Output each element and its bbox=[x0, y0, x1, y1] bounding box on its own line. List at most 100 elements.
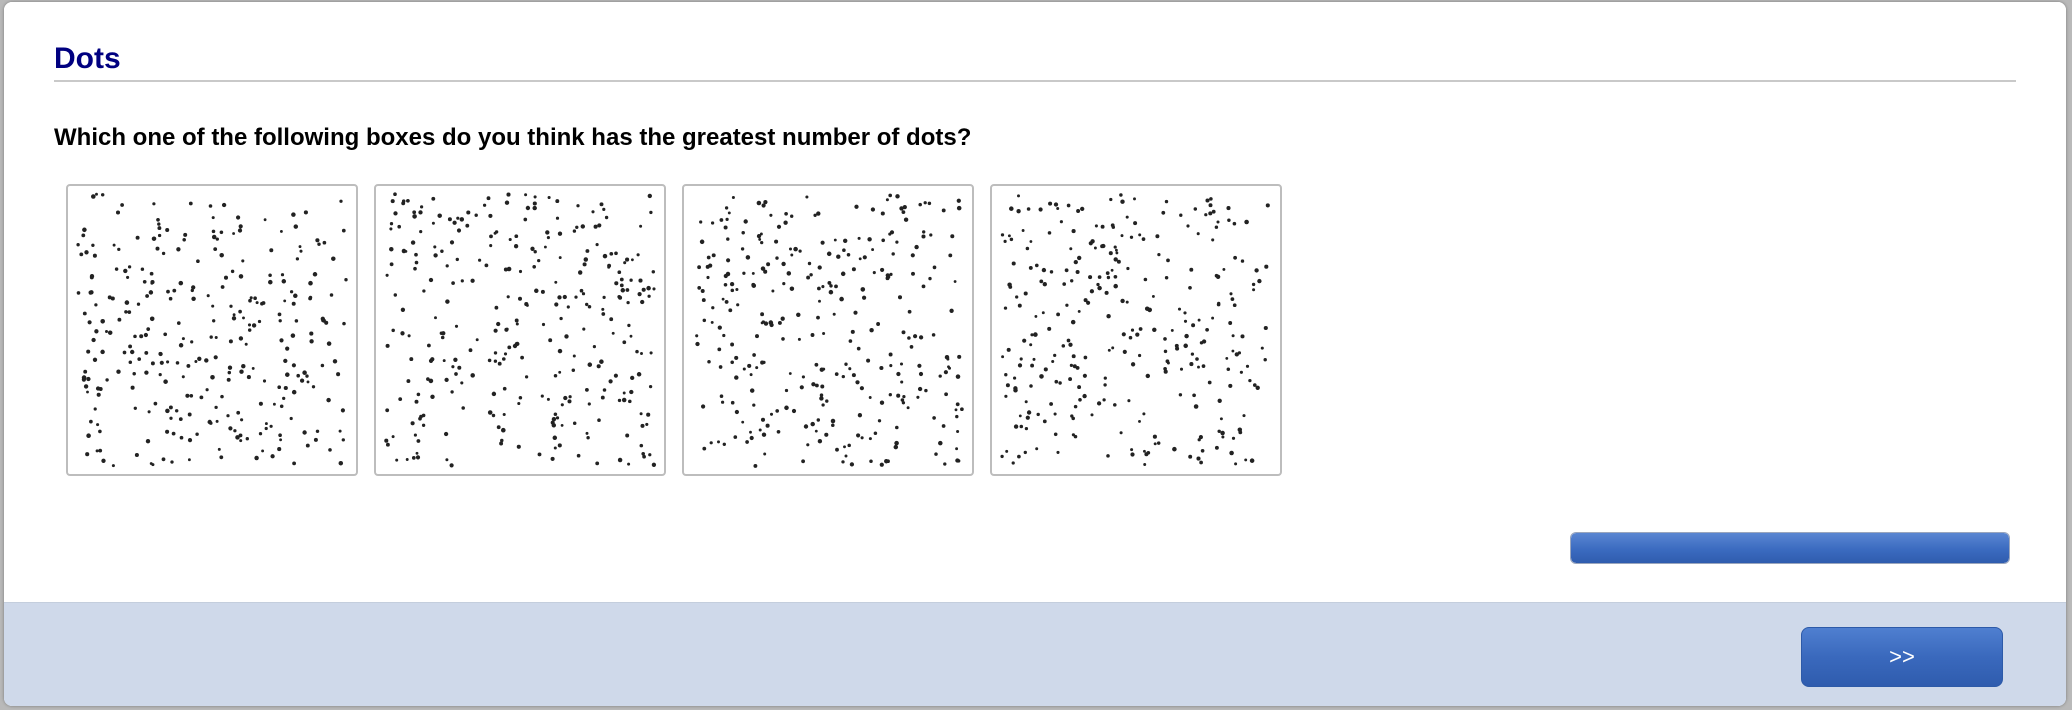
dot bbox=[1039, 279, 1044, 284]
dot bbox=[783, 220, 788, 225]
dot bbox=[786, 271, 792, 276]
dot bbox=[145, 294, 149, 298]
dot bbox=[856, 346, 861, 351]
dot bbox=[923, 201, 927, 205]
dot bbox=[422, 289, 426, 293]
dot bbox=[1240, 334, 1245, 339]
dot bbox=[189, 394, 194, 398]
dot bbox=[518, 395, 523, 400]
dot bbox=[406, 198, 410, 203]
dot bbox=[752, 403, 756, 407]
dot bbox=[1056, 312, 1061, 317]
next-button[interactable]: >> bbox=[1801, 627, 2003, 687]
dot bbox=[551, 423, 557, 428]
dot bbox=[191, 285, 196, 290]
dot bbox=[777, 320, 782, 325]
dot-box-4[interactable] bbox=[990, 184, 1282, 476]
dot bbox=[717, 347, 722, 352]
dot bbox=[186, 363, 191, 368]
dot bbox=[814, 362, 819, 367]
dot bbox=[826, 251, 832, 257]
dot bbox=[116, 369, 121, 374]
dot bbox=[699, 220, 703, 224]
dot bbox=[1184, 333, 1189, 339]
dot bbox=[393, 192, 397, 197]
dot bbox=[171, 431, 176, 436]
dot bbox=[496, 425, 501, 430]
dot bbox=[895, 240, 899, 244]
dot bbox=[326, 397, 331, 403]
dot bbox=[646, 412, 651, 417]
dot bbox=[136, 302, 141, 306]
dot bbox=[158, 351, 162, 356]
dot bbox=[706, 255, 711, 260]
dot bbox=[166, 289, 170, 294]
dot bbox=[128, 344, 133, 349]
dot bbox=[1076, 209, 1081, 213]
dot bbox=[410, 421, 415, 426]
dot bbox=[1069, 247, 1073, 251]
dot bbox=[454, 372, 458, 376]
dot bbox=[640, 352, 643, 355]
dot bbox=[278, 319, 282, 323]
dot bbox=[1216, 220, 1220, 224]
dot bbox=[580, 224, 586, 229]
dot bbox=[881, 238, 885, 243]
dot bbox=[798, 249, 802, 253]
dot bbox=[254, 455, 259, 461]
dot bbox=[817, 439, 823, 444]
dot bbox=[1097, 285, 1102, 291]
dot bbox=[868, 396, 872, 399]
dot-box-2[interactable] bbox=[374, 184, 666, 476]
dot-box-3[interactable] bbox=[682, 184, 974, 476]
dot bbox=[623, 261, 627, 265]
dot bbox=[506, 192, 511, 197]
dot-box-1[interactable] bbox=[66, 184, 358, 476]
dot bbox=[1011, 461, 1015, 465]
dot bbox=[157, 222, 161, 226]
dot bbox=[1120, 199, 1125, 204]
dot bbox=[147, 410, 151, 414]
dot bbox=[282, 396, 286, 401]
dot bbox=[484, 263, 489, 268]
dot bbox=[723, 283, 728, 287]
dot bbox=[884, 458, 889, 464]
dot bbox=[955, 402, 960, 407]
dot bbox=[741, 420, 745, 424]
dot bbox=[416, 392, 421, 397]
dot bbox=[1009, 237, 1014, 242]
dot bbox=[114, 267, 119, 271]
dot bbox=[344, 278, 348, 282]
dot bbox=[931, 333, 936, 337]
dot bbox=[414, 260, 419, 265]
dot bbox=[640, 299, 645, 305]
dot bbox=[1026, 410, 1032, 415]
dot bbox=[385, 408, 390, 413]
dot bbox=[86, 390, 89, 394]
dot bbox=[91, 243, 95, 247]
dot bbox=[1248, 378, 1252, 383]
dot bbox=[1077, 385, 1082, 390]
dot bbox=[1075, 270, 1080, 274]
dot bbox=[1097, 275, 1102, 279]
dot bbox=[148, 290, 154, 295]
dot bbox=[844, 454, 848, 458]
dot bbox=[647, 294, 651, 298]
dot bbox=[911, 271, 915, 276]
dot bbox=[447, 217, 452, 222]
title-divider bbox=[54, 80, 2016, 82]
dot bbox=[227, 365, 233, 370]
dot bbox=[105, 378, 109, 382]
dot bbox=[862, 255, 867, 260]
dot bbox=[1164, 199, 1169, 204]
dot bbox=[784, 211, 788, 216]
dot bbox=[1254, 268, 1259, 273]
dot bbox=[562, 294, 567, 300]
dot bbox=[419, 414, 423, 419]
dot bbox=[1214, 273, 1219, 278]
dot bbox=[1096, 401, 1102, 406]
dot bbox=[719, 394, 724, 398]
dot bbox=[226, 414, 230, 418]
dot bbox=[741, 231, 745, 235]
dot bbox=[1141, 237, 1146, 241]
